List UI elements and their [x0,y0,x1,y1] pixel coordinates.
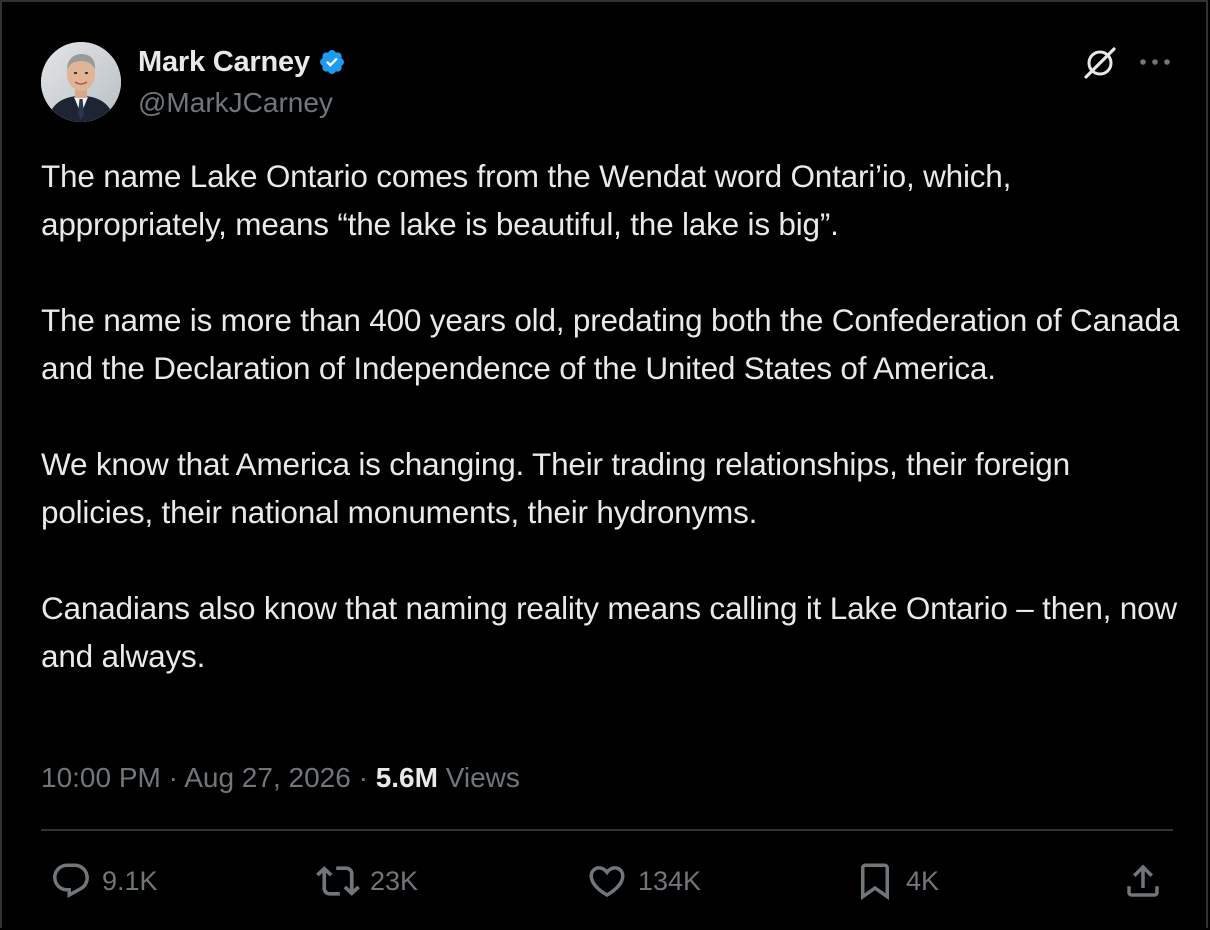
verified-badge-icon[interactable] [318,48,346,76]
share-button[interactable] [1122,858,1164,904]
reply-count: 9.1K [102,865,158,896]
grok-icon[interactable] [1082,45,1118,81]
bookmark-button[interactable]: 4K [854,858,939,904]
repost-count: 23K [370,865,419,896]
tweet-text: The name Lake Ontario comes from the Wen… [41,158,1180,674]
reply-icon [50,860,92,902]
tweet-meta: 10:00 PM · Aug 27, 2026 · 5.6M Views [41,758,520,798]
bookmark-icon [854,860,896,902]
reply-button[interactable]: 9.1K [50,858,158,904]
repost-button[interactable]: 23K [316,858,418,904]
tweet-time[interactable]: 10:00 PM [41,762,161,793]
meta-separator: · [358,762,368,793]
author-name-row: Mark Carney [138,44,346,80]
display-name[interactable]: Mark Carney [138,44,310,80]
tweet-date[interactable]: Aug 27, 2026 [184,762,351,793]
repost-icon [316,859,360,903]
author-handle[interactable]: @MarkJCarney [138,86,333,120]
like-button[interactable]: 134K [586,858,701,904]
divider [41,829,1173,831]
meta-separator: · [168,762,178,793]
heart-icon [586,860,628,902]
avatar[interactable] [41,42,121,122]
like-count: 134K [638,865,702,896]
views-count: 5.6M [375,762,438,793]
views-label: Views [445,762,520,793]
more-icon[interactable] [1138,52,1172,72]
share-icon [1122,860,1164,902]
bookmark-count: 4K [906,865,940,896]
